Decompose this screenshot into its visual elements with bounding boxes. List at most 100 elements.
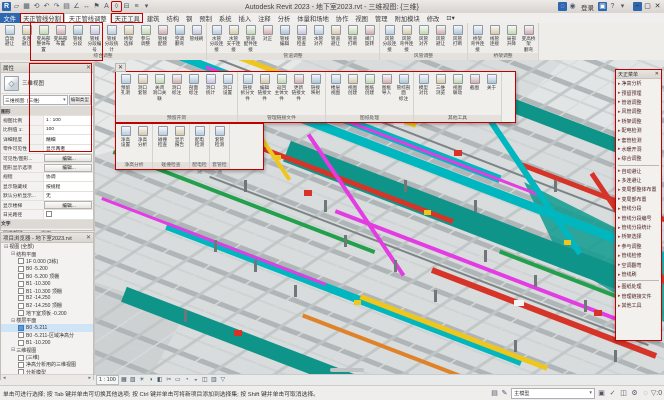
tab-结构[interactable]: 结构 bbox=[163, 13, 183, 23]
tree-item[interactable]: {三维} bbox=[1, 354, 93, 361]
tool-button-管道打断[interactable]: 管道打断 bbox=[344, 24, 361, 52]
tree-item[interactable]: ⊟结构平面 bbox=[1, 250, 93, 257]
tool-group-label[interactable]: 预留开洞 bbox=[116, 115, 237, 122]
menu-item-参与调整[interactable]: ▸参与调整 bbox=[616, 242, 661, 251]
menu-item-变局部整体布置[interactable]: ▸变局部整体布置 bbox=[616, 185, 661, 194]
checkbox[interactable] bbox=[18, 266, 24, 272]
tab-附加模块[interactable]: 附加模块 bbox=[391, 13, 423, 23]
print-icon[interactable]: ▤ bbox=[62, 2, 71, 11]
scroll-left-icon[interactable]: ◂ bbox=[3, 375, 6, 381]
measure-icon[interactable]: ∠ bbox=[72, 2, 81, 11]
menu-item-水暖开洞[interactable]: ▸水暖开洞 bbox=[616, 145, 661, 154]
menu-item-管线检修[interactable]: ▸管线检修 bbox=[616, 251, 661, 260]
checkbox[interactable] bbox=[46, 211, 52, 217]
tool-button-洞口设置[interactable]: 洞口设置 bbox=[219, 73, 236, 101]
expander-icon[interactable]: ⊟ bbox=[11, 251, 15, 257]
close-icon[interactable]: ✕ bbox=[86, 234, 91, 241]
tab-系统[interactable]: 系统 bbox=[215, 13, 235, 23]
tab-天正管线调整[interactable]: 天正管线调整 bbox=[64, 13, 111, 23]
filter-icon[interactable]: ▽:0 bbox=[652, 389, 661, 398]
checkbox[interactable] bbox=[18, 310, 24, 316]
tab-协作[interactable]: 协作 bbox=[332, 13, 352, 23]
undo-icon[interactable]: ↶ bbox=[42, 2, 51, 11]
sun-path-icon[interactable]: ☀ bbox=[138, 376, 146, 384]
tab-天正工具[interactable]: 天正工具 bbox=[111, 13, 143, 23]
exclude-options-icon[interactable]: ✓ bbox=[608, 389, 617, 398]
detail-level-icon[interactable]: ▦ bbox=[120, 376, 128, 384]
tool-group-label[interactable]: 图纸处理 bbox=[326, 115, 413, 122]
help-icon[interactable]: ? bbox=[608, 2, 617, 11]
tool-button-楼层视图[interactable]: 楼层视图 bbox=[327, 73, 344, 101]
tool-button-关于[interactable]: 关于 bbox=[483, 73, 500, 101]
tool-button-剖面标注[interactable]: 剖面标注 bbox=[185, 73, 202, 101]
tab-管理[interactable]: 管理 bbox=[371, 13, 391, 23]
crop-region-icon[interactable]: ▭ bbox=[174, 376, 182, 384]
tab-预制[interactable]: 预制 bbox=[196, 13, 216, 23]
text-icon[interactable]: A bbox=[102, 2, 111, 11]
checkbox[interactable] bbox=[18, 369, 24, 374]
checkbox[interactable] bbox=[18, 340, 24, 346]
tool-button-洞口统计[interactable]: 洞口统计 bbox=[202, 73, 219, 101]
tool-button-碰撞检查[interactable]: 碰撞检查 bbox=[154, 125, 171, 153]
press-drag-icon[interactable]: ◫ bbox=[619, 389, 628, 398]
tool-group-label[interactable]: 管道调整 bbox=[207, 53, 379, 60]
tool-button-阀门旋转[interactable]: 阀门旋转 bbox=[361, 24, 378, 52]
tool-group-label[interactable]: 碰撞检查 bbox=[153, 162, 189, 169]
edit-button[interactable]: 编辑... bbox=[44, 154, 92, 162]
tab-天正管线分割[interactable]: 天正管线分割 bbox=[20, 13, 65, 23]
tree-item[interactable]: B2 -14.250 bbox=[1, 295, 93, 302]
qat-dropdown-icon[interactable]: ▾ bbox=[142, 2, 151, 11]
tool-button-净高分析[interactable]: 净高分析 bbox=[134, 125, 151, 153]
tool-button-图纸创建[interactable]: 图纸创建 bbox=[361, 73, 378, 101]
tool-button-水管支干连接[interactable]: 水管支干连接 bbox=[225, 24, 242, 52]
tool-button-洞口标注[interactable]: 洞口标注 bbox=[168, 73, 185, 101]
tool-button-水管分段连接[interactable]: 水管分段连接 bbox=[208, 24, 225, 52]
shadows-icon[interactable]: ◑ bbox=[147, 376, 155, 384]
tool-group-label[interactable]: 套管检测 bbox=[210, 162, 229, 169]
tool-button-视图创建[interactable]: 视图创建 bbox=[344, 73, 361, 101]
checkbox[interactable] bbox=[18, 325, 24, 331]
checkbox[interactable] bbox=[18, 295, 24, 301]
tool-button-风管避让[interactable]: 风管避让 bbox=[432, 24, 449, 52]
restore-icon[interactable]: ▢ bbox=[643, 2, 652, 11]
edit-button[interactable]: 编辑... bbox=[44, 201, 92, 209]
menu-item-多连避让[interactable]: ▸多连避让 bbox=[616, 176, 661, 185]
checkbox[interactable] bbox=[18, 303, 24, 309]
tool-button-管道配件连接[interactable]: 管道配件连接 bbox=[242, 24, 259, 52]
default-3d-view-icon[interactable]: ◊ bbox=[112, 2, 121, 11]
menu-item-配电检测[interactable]: ▸配电检测 bbox=[616, 126, 661, 135]
menu-item-管线刷[interactable]: ▸管线刷 bbox=[616, 270, 661, 279]
tool-button-管线配管[interactable]: 管线配管 bbox=[154, 24, 171, 52]
menu-item-管理链接文件[interactable]: ▸管理链接文件 bbox=[616, 292, 661, 301]
checkbox[interactable] bbox=[18, 281, 24, 287]
tool-group-label[interactable]: 配电检测 bbox=[190, 162, 209, 169]
tool-button-链接拆分文件[interactable]: 链接拆分文件 bbox=[239, 73, 256, 101]
tool-button-截图[interactable]: 截图 bbox=[466, 73, 483, 101]
tab-插入[interactable]: 插入 bbox=[235, 13, 255, 23]
tool-button-线管连接[interactable]: 线管连接 bbox=[486, 24, 503, 52]
sync-with-central-icon[interactable]: ⟲ bbox=[32, 2, 41, 11]
app-store-icon[interactable]: ▣ bbox=[598, 2, 607, 11]
tree-item[interactable]: B1 -10.300 bbox=[1, 280, 93, 287]
help-dropdown-icon[interactable]: ▾ bbox=[618, 2, 627, 11]
menu-item-管线分段统计[interactable]: ▸管线分段统计 bbox=[616, 223, 661, 232]
menu-item-管线分段编号[interactable]: ▸管线分段编号 bbox=[616, 213, 661, 222]
checkbox[interactable] bbox=[18, 258, 24, 264]
aligned-dimension-icon[interactable]: ↔ bbox=[82, 2, 91, 11]
tool-button-变高桥架翻弯[interactable]: 变高桥架翻弯 bbox=[520, 24, 537, 52]
menu-item-图纸处理[interactable]: ▸图纸处理 bbox=[616, 282, 661, 291]
tool-button-链接映射[interactable]: 链接映射 bbox=[307, 73, 324, 101]
tree-item[interactable]: B0 -5.200 顶棚 bbox=[1, 273, 93, 280]
worksets-icon[interactable]: ▤ bbox=[490, 389, 499, 398]
tab-修改[interactable]: 修改 bbox=[423, 13, 443, 23]
type-selector[interactable]: 三维视图: {三维} ▾ bbox=[3, 95, 68, 105]
expander-icon[interactable]: ⊟ bbox=[11, 318, 15, 324]
tab-体量和场地[interactable]: 体量和场地 bbox=[294, 13, 332, 23]
browser-scrollbar[interactable]: ◂ ▸ bbox=[1, 374, 93, 381]
close-icon[interactable]: ✕ bbox=[653, 2, 662, 11]
section-icon[interactable]: ⊟ bbox=[122, 2, 131, 11]
tree-item[interactable]: B0 -5.200 bbox=[1, 265, 93, 272]
menu-item-净高分析[interactable]: ▸净高分析 bbox=[616, 79, 661, 88]
design-option-select[interactable]: 主模型 ▾ bbox=[511, 388, 595, 399]
worksharing-display-icon[interactable]: ◫ bbox=[201, 376, 209, 384]
